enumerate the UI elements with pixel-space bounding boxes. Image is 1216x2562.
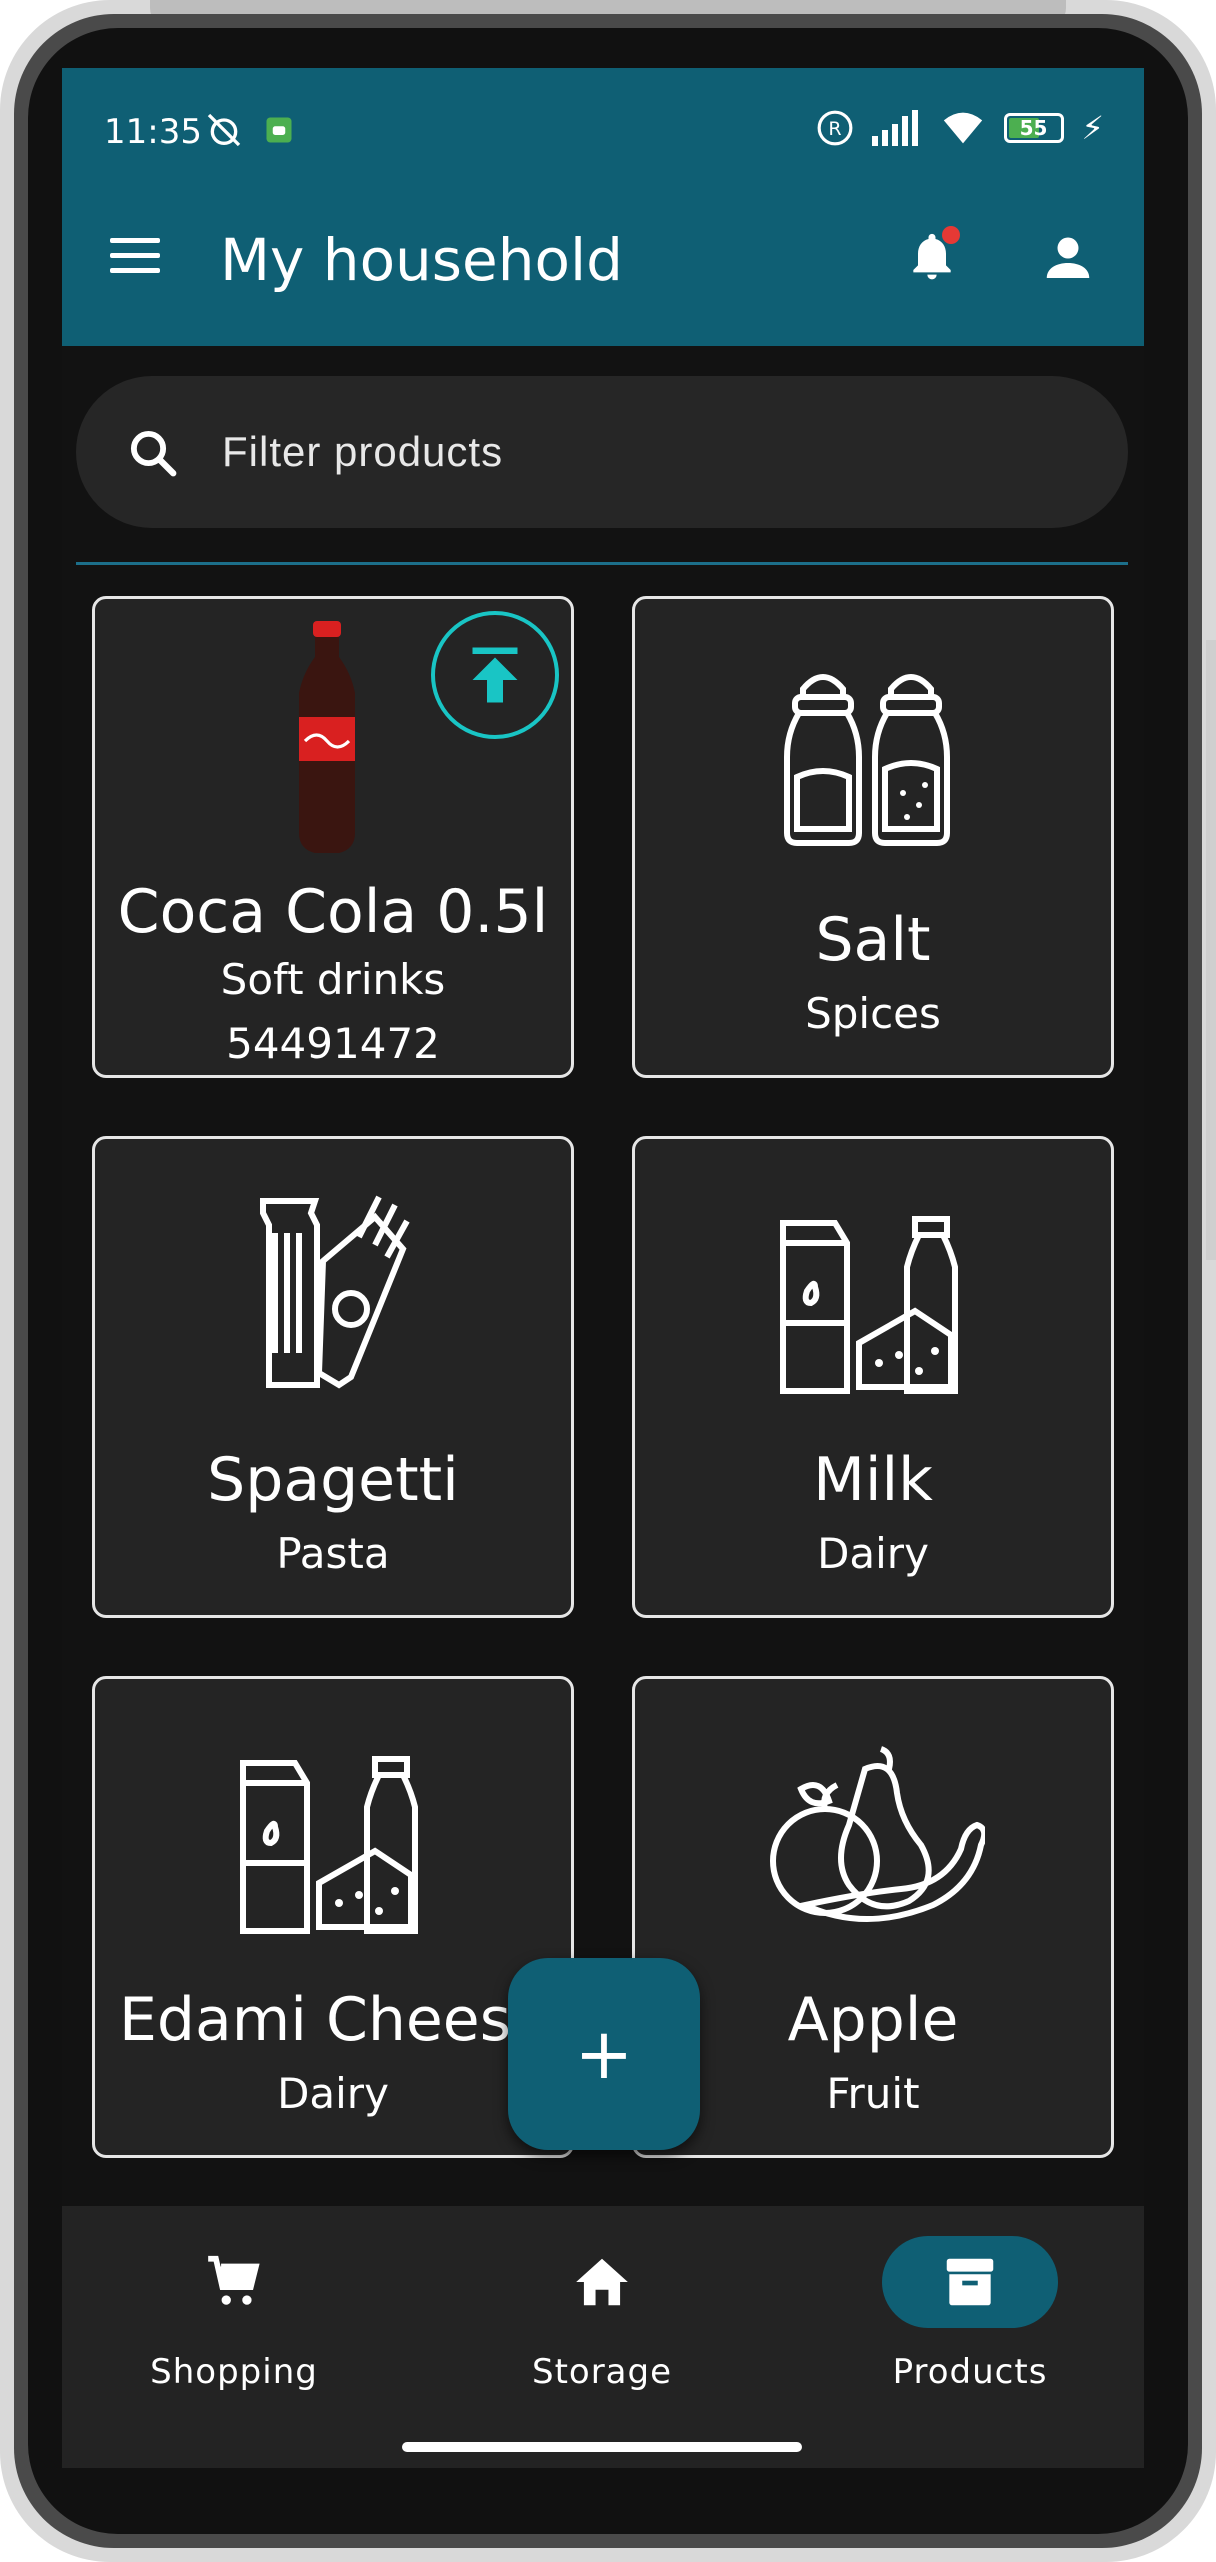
app-screen: 11:35 R 55 ⚡ My household Filter product… [62,68,1144,2468]
app-bar: 11:35 R 55 ⚡ My household [62,68,1144,346]
gesture-home-indicator[interactable] [402,2442,802,2452]
cart-icon [208,2255,260,2305]
product-category: Dairy [277,2069,389,2118]
status-icons-left [202,110,294,150]
product-category: Soft drinks [220,955,446,1004]
product-name: Spagetti [207,1445,459,1515]
signal-icon [871,110,918,146]
product-name: Edami Chees [119,1985,511,2055]
alarm-off-icon [207,113,241,147]
search-divider [76,562,1128,565]
nav-storage[interactable]: Storage [452,2236,752,2406]
product-card-spagetti[interactable]: Spagetti Pasta [92,1136,574,1618]
dairy-products-icon [780,1216,958,1394]
product-category: Pasta [276,1529,390,1578]
bottom-navigation: Shopping Storage Products [62,2206,1144,2468]
product-category: Spices [805,989,941,1038]
fruit-icon [770,1746,985,1922]
registered-icon: R [817,110,852,146]
upload-arrow-icon [472,647,518,703]
menu-icon[interactable] [110,238,160,278]
nav-label-shopping: Shopping [150,2352,318,2392]
status-icons-right: R 55 ⚡ [816,108,1104,148]
product-name: Milk [813,1445,933,1515]
search-icon [130,430,177,477]
nav-label-products: Products [892,2352,1048,2392]
charging-icon: ⚡ [1081,109,1104,147]
nav-shopping-icon-wrap [146,2236,322,2328]
product-category: Fruit [826,2069,920,2118]
volume-button [1206,640,1216,940]
product-category: Dairy [817,1529,929,1578]
salt-pepper-shakers-icon [784,674,950,846]
upload-to-storage-button[interactable] [431,611,559,739]
archive-box-icon [946,2258,994,2306]
pasta-package-icon [260,1195,410,1389]
product-name: Apple [787,1985,959,2055]
product-card-coca-cola[interactable]: Coca Cola 0.5l Soft drinks 54491472 [92,596,574,1078]
home-icon [576,2258,628,2306]
nav-storage-icon-wrap [514,2236,690,2328]
account-icon[interactable] [1038,228,1098,288]
page-title: My household [220,226,623,294]
search-bar[interactable] [76,376,1128,528]
product-name: Salt [815,905,931,975]
product-card-salt[interactable]: Salt Spices [632,596,1114,1078]
nav-products[interactable]: Products [820,2236,1120,2406]
battery-level: 55 [1019,116,1048,140]
nav-label-storage: Storage [531,2352,673,2392]
power-button [1206,940,1216,1260]
dairy-products-icon [240,1756,418,1934]
product-card-edami-chees[interactable]: Edami Chees Dairy [92,1676,574,2158]
notification-dot [942,226,960,244]
product-card-milk[interactable]: Milk Dairy [632,1136,1114,1618]
status-time: 11:35 [104,112,202,152]
search-input[interactable] [222,420,1072,484]
nav-shopping[interactable]: Shopping [84,2236,384,2406]
product-name: Coca Cola 0.5l [117,877,549,947]
coca-cola-bottle-photo [299,621,355,853]
svg-text:R: R [828,118,841,140]
wifi-icon [943,112,982,144]
battery-icon: 55 [1003,113,1064,143]
product-card-apple[interactable]: Apple Fruit [632,1676,1114,2158]
add-product-button[interactable]: + [508,1958,700,2150]
nav-products-icon-wrap [882,2236,1058,2328]
product-barcode: 54491472 [226,1019,440,1068]
android-notification-icon [266,117,292,143]
